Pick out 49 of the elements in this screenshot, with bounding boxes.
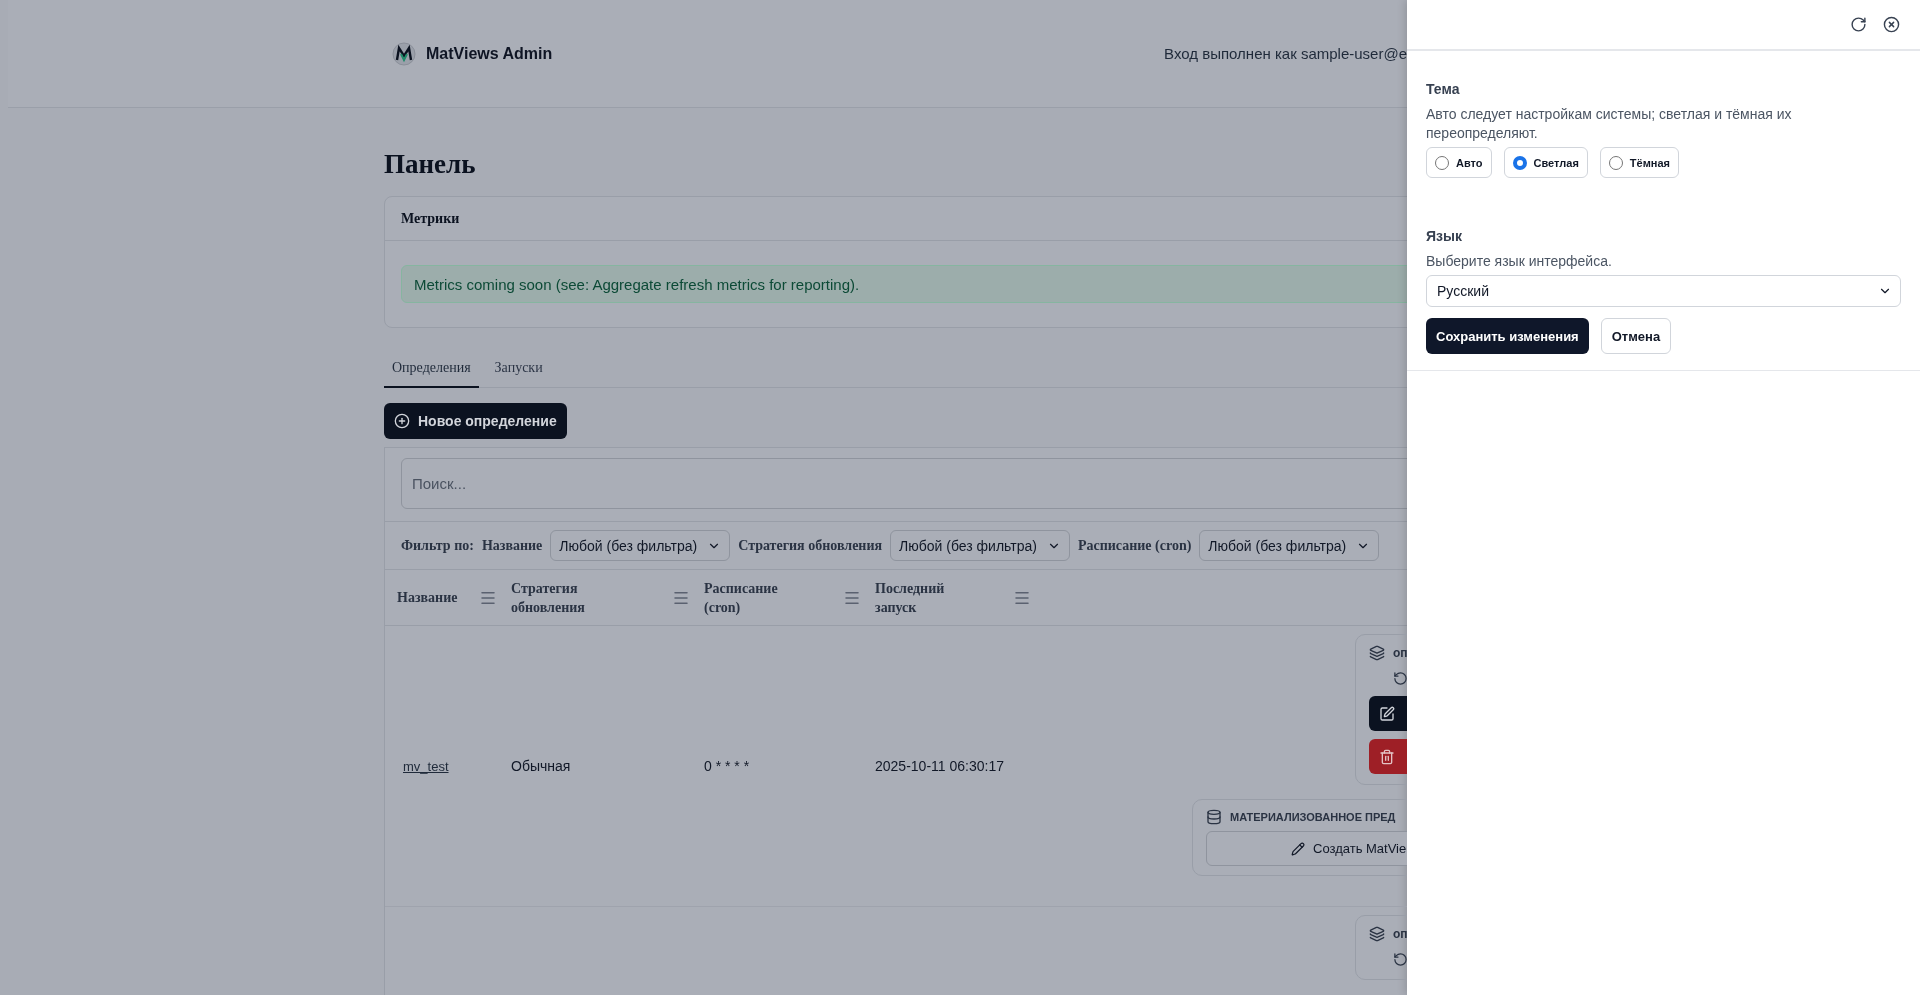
column-header: Название bbox=[397, 589, 458, 607]
filter-name: Расписание (cron) bbox=[1077, 537, 1192, 554]
column-header: Расписание (cron) bbox=[704, 579, 779, 617]
new-definition-button[interactable]: Новое определение bbox=[384, 403, 567, 439]
filter-select[interactable]: Любой (без фильтра) bbox=[1199, 530, 1380, 561]
create-matview-button[interactable]: Создать MatVie bbox=[1206, 831, 1407, 866]
language-title: Язык bbox=[1426, 228, 1463, 244]
tab[interactable]: Запуски bbox=[486, 352, 551, 388]
theme-description: Авто следует настройкам системы; светлая и тёмная их переопределяют. bbox=[1426, 105, 1793, 143]
trash-icon bbox=[1379, 748, 1395, 765]
layers-icon bbox=[1369, 645, 1385, 661]
actions-title: оп bbox=[1393, 927, 1407, 941]
filter-select[interactable]: Любой (без фильтра) bbox=[550, 530, 731, 561]
theme-radio[interactable]: Тёмная bbox=[1599, 147, 1679, 178]
table-cell-text: 2025-10-11 06:30:17 bbox=[874, 758, 1005, 774]
column-header: Стратегия обновления bbox=[511, 579, 586, 617]
theme-title: Тема bbox=[1426, 81, 1461, 97]
pencil-icon bbox=[1291, 841, 1305, 856]
filter-select[interactable]: Любой (без фильтра) bbox=[890, 530, 1070, 561]
table-cell-text: Обычная bbox=[510, 758, 572, 774]
signed-in-user: Вход выполнен как sample-user@e bbox=[1164, 45, 1407, 62]
database-icon bbox=[1206, 809, 1222, 825]
plus-circle-icon bbox=[394, 413, 410, 429]
theme-radio[interactable]: Авто bbox=[1426, 147, 1492, 178]
app-name: MatViews Admin bbox=[426, 44, 553, 63]
layers-icon bbox=[1369, 926, 1385, 942]
refresh-button[interactable] bbox=[1391, 669, 1407, 688]
language-select[interactable]: Русский bbox=[1426, 275, 1901, 307]
tab[interactable]: Определения bbox=[384, 352, 479, 388]
edit-icon bbox=[1379, 705, 1395, 722]
definition-link[interactable]: mv_test bbox=[403, 759, 449, 774]
close-button[interactable] bbox=[1883, 16, 1900, 33]
filter-name: Название bbox=[481, 537, 543, 554]
cancel-button[interactable]: Отмена bbox=[1600, 318, 1672, 354]
language-description: Выберите язык интерфейса. bbox=[1426, 252, 1613, 271]
theme-radio[interactable]: Светлая bbox=[1503, 147, 1588, 178]
search-field[interactable]: Поиск... bbox=[401, 458, 1407, 509]
filter-name: Стратегия обновления bbox=[738, 537, 883, 554]
page-title: Панель bbox=[384, 149, 477, 180]
filter-label: Фильтр по: bbox=[401, 537, 474, 554]
table-cell-text: 0 * * * * bbox=[703, 758, 751, 774]
refresh-button[interactable] bbox=[1391, 950, 1407, 969]
logo-icon bbox=[392, 41, 416, 66]
info-alert: Metrics coming soon (see: Aggregate refresh metrics for reporting). bbox=[401, 265, 1407, 303]
refresh-button[interactable] bbox=[1850, 16, 1867, 33]
actions-title: оп bbox=[1393, 646, 1407, 660]
matview-title: МАТЕРИАЛИЗОВАННОЕ ПРЕД bbox=[1230, 811, 1396, 823]
column-header: Последний запуск bbox=[875, 579, 946, 617]
save-button[interactable]: Сохранить изменения bbox=[1426, 318, 1589, 354]
